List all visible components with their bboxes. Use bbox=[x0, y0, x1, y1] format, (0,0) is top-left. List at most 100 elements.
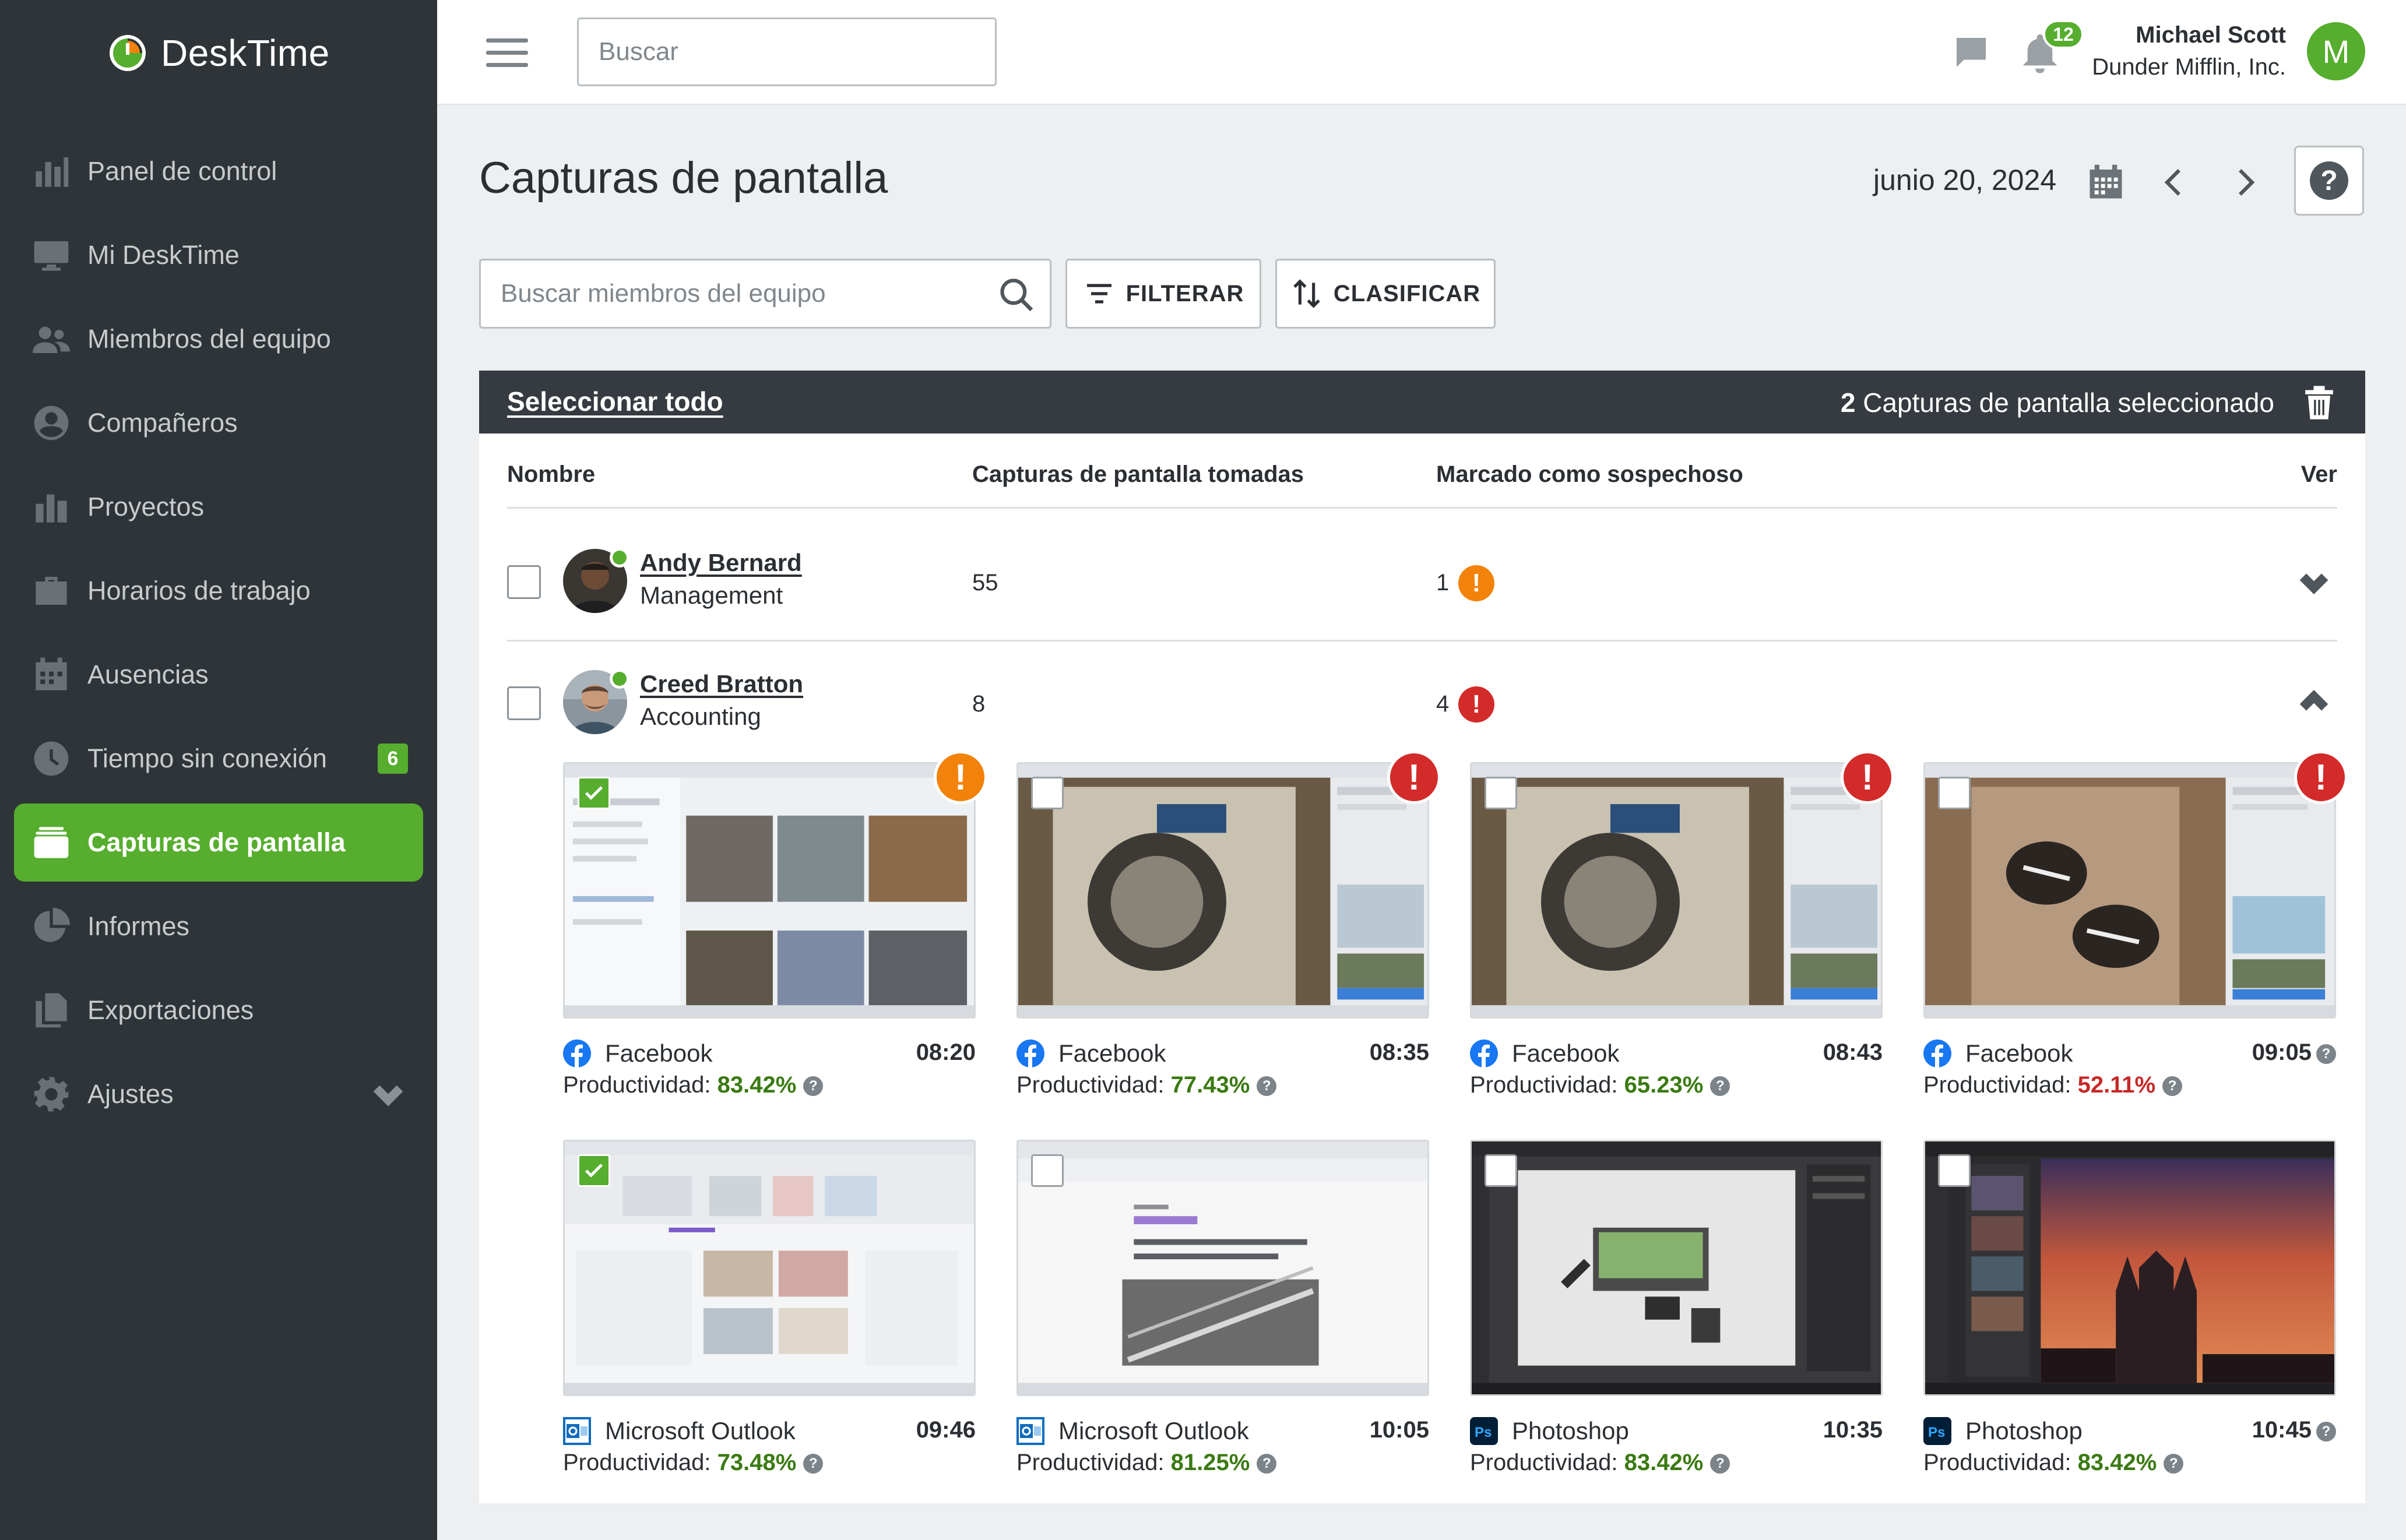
productivity: Productividad: 83.42%? bbox=[563, 1072, 824, 1107]
desktime-logo-icon bbox=[110, 35, 146, 71]
screenshot-thumbnail[interactable] bbox=[563, 1140, 976, 1396]
collapse-row-button[interactable] bbox=[2295, 684, 2333, 721]
alert-icon: ! bbox=[2294, 750, 2348, 804]
productivity-label: Productividad: bbox=[1016, 1450, 1165, 1475]
screenshot-card[interactable]: ! Facebook 08:35 Productividad: 77.43%? bbox=[1016, 750, 1441, 1112]
screenshot-card[interactable]: ! Facebook 08:20 Productividad: 83.42%? bbox=[563, 750, 987, 1112]
help-icon[interactable]: ? bbox=[2162, 1076, 2183, 1096]
productivity: Productividad: 52.11%? bbox=[1923, 1072, 2183, 1107]
productivity-label: Productividad: bbox=[1470, 1072, 1618, 1098]
sidebar-item-miembros-del-equipo[interactable]: Miembros del equipo bbox=[0, 297, 437, 381]
sidebar-item-ajustes[interactable]: Ajustes bbox=[0, 1052, 437, 1136]
sidebar-item-ausencias[interactable]: Ausencias bbox=[0, 633, 437, 717]
next-day-button[interactable] bbox=[2226, 164, 2263, 200]
chat-icon[interactable] bbox=[1953, 35, 1990, 70]
facebook-icon bbox=[1470, 1039, 1498, 1067]
screenshot-card[interactable]: Ps Photoshop 10:45 ? Productividad: 83.4… bbox=[1923, 1140, 2336, 1489]
sidebar-item-tiempo-sin-conexion[interactable]: Tiempo sin conexión 6 bbox=[0, 717, 437, 801]
desktime-logo[interactable]: DeskTime bbox=[107, 28, 330, 78]
screenshot-checkbox[interactable] bbox=[1938, 777, 1971, 809]
sidebar-item-capturas-de-pantalla[interactable]: Capturas de pantalla bbox=[14, 804, 423, 882]
app-name: Facebook bbox=[1965, 1039, 2073, 1067]
briefcase-icon bbox=[31, 571, 71, 611]
user-info[interactable]: Michael Scott Dunder Mifflin, Inc. bbox=[2092, 19, 2286, 83]
select-all-link[interactable]: Seleccionar todo bbox=[507, 386, 723, 417]
selected-count-text: 2 Capturas de pantalla seleccionado bbox=[1841, 387, 2274, 418]
productivity: Productividad: 83.42%? bbox=[1923, 1450, 2184, 1485]
check-icon bbox=[585, 1164, 603, 1178]
sidebar-item-proyectos[interactable]: Proyectos bbox=[0, 465, 437, 549]
trash-icon[interactable] bbox=[2302, 385, 2336, 421]
screenshot-checkbox[interactable] bbox=[578, 777, 610, 809]
current-date[interactable]: junio 20, 2024 bbox=[1873, 163, 2056, 197]
sidebar-item-mi-desktime[interactable]: Mi DeskTime bbox=[0, 213, 437, 297]
screenshot-checkbox[interactable] bbox=[1031, 777, 1064, 809]
offline-time-badge: 6 bbox=[378, 743, 408, 774]
help-icon[interactable]: ? bbox=[803, 1454, 824, 1474]
productivity: Productividad: 81.25%? bbox=[1016, 1450, 1277, 1485]
screenshot-thumbnail[interactable] bbox=[1923, 762, 2336, 1019]
member-search-input[interactable] bbox=[481, 260, 982, 327]
sidebar-item-horarios-de-trabajo[interactable]: Horarios de trabajo bbox=[0, 549, 437, 633]
expand-row-button[interactable] bbox=[2295, 563, 2333, 600]
row-checkbox[interactable] bbox=[507, 565, 541, 599]
app-name: Photoshop bbox=[1512, 1417, 1629, 1444]
member-name[interactable]: Creed Bratton bbox=[640, 670, 803, 698]
help-icon[interactable]: ? bbox=[803, 1076, 824, 1096]
sidebar-item-label: Mi DeskTime bbox=[87, 240, 240, 270]
screenshot-checkbox[interactable] bbox=[1938, 1154, 1971, 1187]
help-icon[interactable]: ? bbox=[2316, 1044, 2336, 1064]
filter-button[interactable]: FILTERAR bbox=[1065, 259, 1261, 329]
sidebar-item-companeros[interactable]: Compañeros bbox=[0, 381, 437, 465]
screenshot-checkbox[interactable] bbox=[578, 1154, 610, 1187]
menu-toggle-icon[interactable] bbox=[486, 38, 528, 69]
screenshot-card[interactable]: Microsoft Outlook 09:46 Productividad: 7… bbox=[563, 1140, 976, 1489]
help-icon[interactable]: ? bbox=[1257, 1076, 1277, 1096]
screenshot-app-row: Microsoft Outlook 10:05 bbox=[1016, 1414, 1429, 1449]
help-button[interactable]: ? bbox=[2294, 146, 2364, 216]
screenshot-app-row: Facebook 09:05 ? bbox=[1923, 1036, 2336, 1071]
chevron-down-icon[interactable] bbox=[371, 1077, 406, 1112]
screenshot-thumbnail[interactable] bbox=[1470, 1140, 1883, 1396]
screenshot-card[interactable]: ! Facebook 09:05 ? Productividad: 52.11%… bbox=[1923, 750, 2348, 1112]
global-search-input[interactable] bbox=[577, 17, 997, 86]
screenshot-thumbnail[interactable] bbox=[1923, 1140, 2336, 1396]
screenshot-card[interactable]: ! Facebook 08:43 Productividad: 65.23%? bbox=[1470, 750, 1894, 1112]
capture-time: 09:05 bbox=[2252, 1039, 2312, 1065]
productivity-value: 52.11% bbox=[2077, 1072, 2156, 1098]
help-icon[interactable]: ? bbox=[2316, 1422, 2336, 1442]
screenshot-card[interactable]: Ps Photoshop 10:35 Productividad: 83.42%… bbox=[1470, 1140, 1883, 1489]
help-icon[interactable]: ? bbox=[1257, 1454, 1277, 1474]
help-icon[interactable]: ? bbox=[1710, 1076, 1730, 1096]
screenshot-checkbox[interactable] bbox=[1485, 1154, 1517, 1187]
column-header-suspicious[interactable]: Marcado como sospechoso bbox=[1436, 461, 1743, 488]
alert-icon: ! bbox=[1458, 686, 1494, 723]
sidebar-item-panel-de-control[interactable]: Panel de control bbox=[0, 129, 437, 213]
screenshot-thumbnail[interactable] bbox=[1470, 762, 1883, 1019]
top-bar: 12 Michael Scott Dunder Mifflin, Inc. M bbox=[437, 0, 2406, 105]
previous-day-button[interactable] bbox=[2157, 164, 2193, 200]
screenshot-thumbnail[interactable] bbox=[1016, 1140, 1429, 1396]
screenshot-thumbnail[interactable] bbox=[1016, 762, 1429, 1019]
capture-time: 08:20 bbox=[916, 1039, 976, 1065]
avatar[interactable]: M bbox=[2307, 22, 2365, 80]
sort-button[interactable]: CLASIFICAR bbox=[1275, 259, 1496, 329]
screenshot-checkbox[interactable] bbox=[1485, 777, 1517, 809]
filter-label: FILTERAR bbox=[1125, 280, 1244, 306]
member-name[interactable]: Andy Bernard bbox=[640, 549, 802, 577]
sidebar-item-informes[interactable]: Informes bbox=[0, 884, 437, 968]
row-checkbox[interactable] bbox=[507, 686, 541, 720]
screenshot-checkbox[interactable] bbox=[1031, 1154, 1064, 1187]
help-icon[interactable]: ? bbox=[2164, 1454, 2184, 1474]
screenshot-thumbnail[interactable] bbox=[563, 762, 976, 1019]
capture-time: 08:43 bbox=[1823, 1039, 1883, 1065]
sidebar-item-exportaciones[interactable]: Exportaciones bbox=[0, 968, 437, 1052]
screenshot-app-row: Ps Photoshop 10:45 ? bbox=[1923, 1414, 2336, 1449]
search-icon[interactable] bbox=[998, 277, 1035, 313]
help-icon[interactable]: ? bbox=[1710, 1454, 1730, 1474]
column-header-name[interactable]: Nombre bbox=[507, 461, 595, 488]
warning-icon: ! bbox=[934, 750, 987, 804]
screenshot-card[interactable]: Microsoft Outlook 10:05 Productividad: 8… bbox=[1016, 1140, 1429, 1489]
column-header-taken[interactable]: Capturas de pantalla tomadas bbox=[972, 461, 1304, 488]
calendar-picker-icon[interactable] bbox=[2087, 163, 2125, 202]
